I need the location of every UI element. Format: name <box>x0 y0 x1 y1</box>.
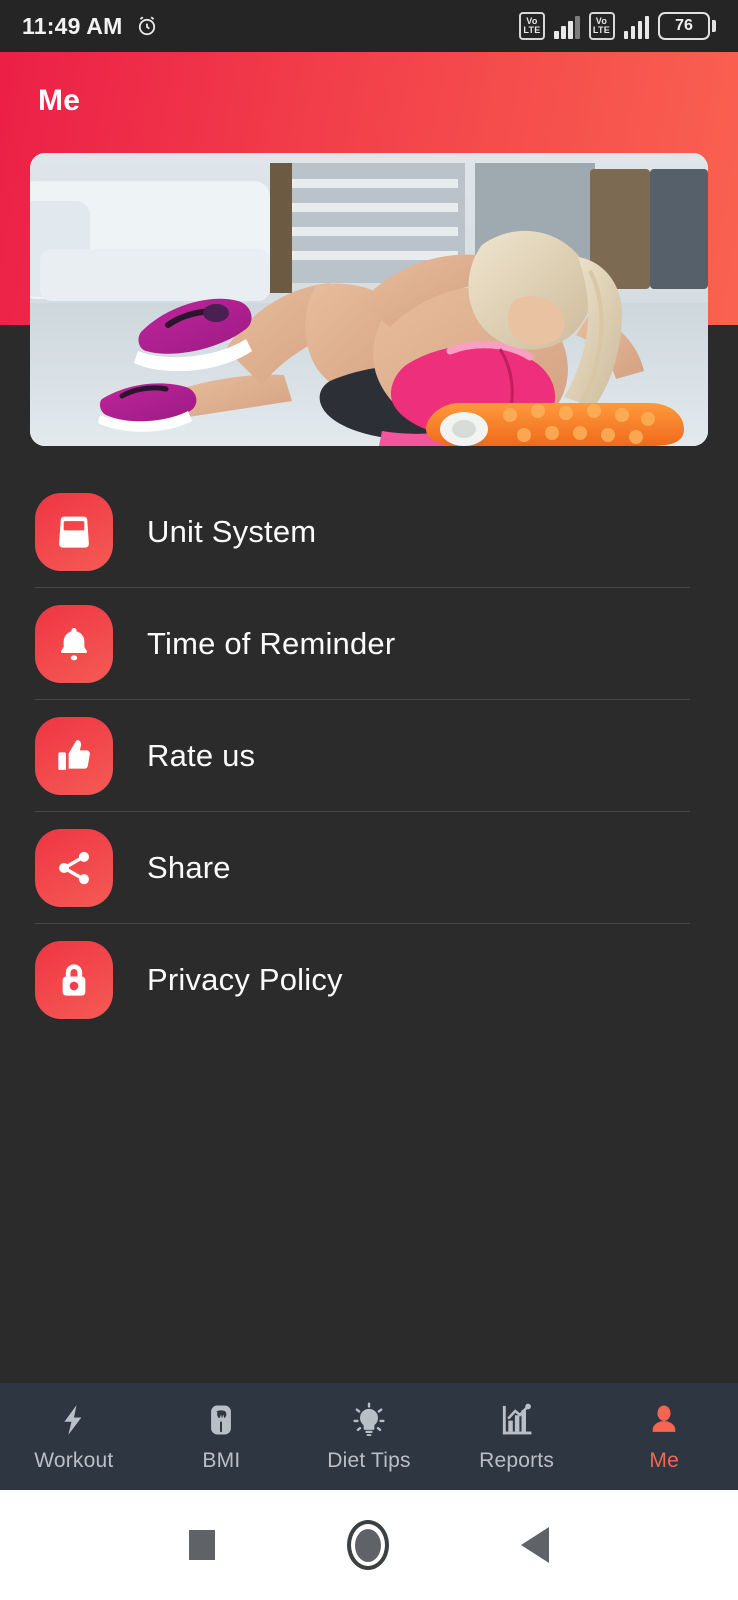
bar-chart-icon <box>499 1400 535 1440</box>
battery-level-text: 76 <box>658 12 710 40</box>
menu-item-label: Unit System <box>147 514 317 549</box>
volte-sim1-icon: Vo LTE <box>519 12 545 40</box>
menu-item-label: Privacy Policy <box>147 962 343 997</box>
bell-icon <box>35 605 113 683</box>
menu-item-rate-us[interactable]: Rate us <box>0 700 738 812</box>
triangle-back-icon[interactable] <box>521 1527 549 1563</box>
lightbulb-icon <box>351 1400 387 1440</box>
menu-item-share[interactable]: Share <box>0 812 738 924</box>
settings-menu: Unit System Time of Reminder Rate us Sha… <box>0 476 738 1036</box>
person-icon <box>647 1400 681 1440</box>
tab-bmi[interactable]: BMI <box>148 1383 296 1490</box>
lightning-bolt-icon <box>57 1400 91 1440</box>
menu-item-privacy-policy[interactable]: Privacy Policy <box>0 924 738 1036</box>
battery-tip-icon <box>712 20 716 32</box>
status-bar: 11:49 AM Vo LTE Vo LTE 76 <box>0 0 738 52</box>
menu-item-label: Time of Reminder <box>147 626 396 661</box>
page-title: Me <box>38 84 81 117</box>
hero-banner-image <box>30 153 708 446</box>
lock-icon <box>35 941 113 1019</box>
circle-home-icon[interactable] <box>347 1520 389 1570</box>
status-bar-clock: 11:49 AM <box>22 12 123 39</box>
bottom-navigation-bar: Workout BMI Diet Tips Reports Me <box>0 1383 738 1490</box>
menu-item-label: Rate us <box>147 738 256 773</box>
signal-strength-sim2-icon <box>623 13 649 39</box>
body-scale-icon <box>204 1400 238 1440</box>
status-bar-indicators: Vo LTE Vo LTE 76 <box>519 12 716 40</box>
tab-workout[interactable]: Workout <box>0 1383 148 1490</box>
weight-scale-icon <box>35 493 113 571</box>
menu-item-time-of-reminder[interactable]: Time of Reminder <box>0 588 738 700</box>
tab-diet-tips[interactable]: Diet Tips <box>295 1383 443 1490</box>
share-nodes-icon <box>35 829 113 907</box>
volte-sim2-icon: Vo LTE <box>588 12 615 40</box>
signal-strength-sim1-icon <box>554 13 580 39</box>
system-navigation-bar <box>0 1490 738 1600</box>
thumbs-up-icon <box>35 717 113 795</box>
battery-indicator: 76 <box>658 12 716 40</box>
tab-label: Workout <box>34 1449 114 1472</box>
menu-item-unit-system[interactable]: Unit System <box>0 476 738 588</box>
tab-label: Reports <box>479 1449 555 1472</box>
alarm-clock-icon <box>135 14 159 38</box>
tab-me[interactable]: Me <box>590 1383 738 1490</box>
tab-reports[interactable]: Reports <box>443 1383 591 1490</box>
tab-label: BMI <box>202 1449 241 1472</box>
tab-label: Diet Tips <box>327 1449 411 1472</box>
app-screen: 11:49 AM Vo LTE Vo LTE 76 Me Unit System… <box>0 0 738 1600</box>
square-recents-icon[interactable] <box>189 1530 215 1560</box>
menu-item-label: Share <box>147 850 231 885</box>
tab-label: Me <box>649 1449 679 1472</box>
